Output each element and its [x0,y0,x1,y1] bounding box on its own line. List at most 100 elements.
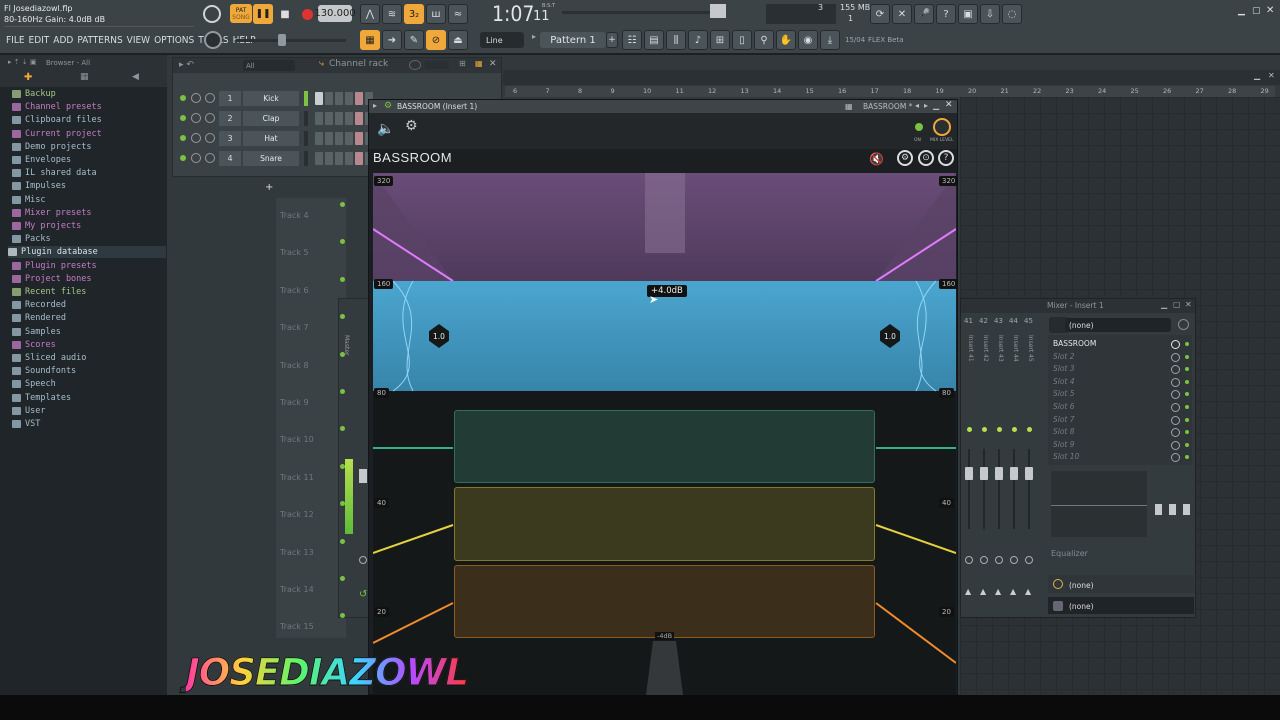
master-volume-knob[interactable] [203,5,221,23]
bassroom-target-button[interactable]: ⊙ [918,150,934,166]
insert-pan-knob[interactable] [995,556,1003,564]
step-button[interactable] [345,92,353,105]
eq-band-mid-fader[interactable] [1169,504,1176,515]
browser-speaker-icon[interactable]: ◀ [132,72,139,82]
song-position-main[interactable]: 1:07 [492,2,534,26]
track-label[interactable]: Track 8 [280,361,340,370]
effect-slot[interactable]: Slot 4 [1053,377,1075,386]
eq-band-low-fader[interactable] [1155,504,1162,515]
step-button[interactable] [355,92,363,105]
channel-select-indicator[interactable] [304,131,308,146]
browser-item[interactable]: Mixer presets [12,207,92,219]
track-label[interactable]: Track 14 [280,585,340,594]
track-label[interactable]: Track 13 [280,548,340,557]
menu-patterns[interactable]: PATTERNS [77,35,122,46]
effect-slot[interactable]: Slot 6 [1053,402,1075,411]
master-fader[interactable] [359,469,367,483]
news-text[interactable]: FLEX Beta [868,36,904,44]
step-button[interactable] [315,112,323,125]
rack-steps-icon[interactable]: ▦ [475,59,483,68]
mixer-input-select[interactable]: (none) [1065,318,1171,332]
browser-item[interactable]: Backup [12,88,56,100]
snap-magnet-button[interactable]: ⊘ [426,30,446,50]
step-button[interactable] [315,132,323,145]
step-button[interactable] [355,152,363,165]
step-button[interactable] [335,132,343,145]
slot-mix-knob[interactable] [1171,352,1180,362]
effect-slot[interactable]: Slot 3 [1053,364,1075,373]
browser-item[interactable]: Samples [12,326,61,338]
insert-route-arrow-icon[interactable]: ▲ [995,587,1001,596]
download-button[interactable]: ⤓ [820,30,840,50]
piano-roll-view-button[interactable]: ♪ [688,30,708,50]
browser-nav-icons[interactable]: ▸ ⇡ ⇣ ▣ [8,58,37,66]
rack-menu-arrow[interactable]: ▸ ↶ [179,60,194,70]
channel-mixer-track[interactable]: 1 [219,91,241,106]
menu-edit[interactable]: EDIT [29,35,50,46]
menu-view[interactable]: VIEW [127,35,150,46]
browser-item[interactable]: Channel presets [12,101,102,113]
channel-name-button[interactable]: Kick [243,91,299,106]
plugin-preset-prev[interactable]: ◂ [915,101,919,110]
maximize-window-button[interactable]: ▢ [1252,6,1261,16]
browser-item[interactable]: Project bones [12,273,92,285]
rack-tools-icon[interactable]: ⊞ [459,59,466,68]
browser-item[interactable]: Speech [12,378,56,390]
channel-select-indicator[interactable] [304,91,308,106]
insert-pan-knob[interactable] [1010,556,1018,564]
blend-notes-button[interactable]: ш [426,4,446,24]
channel-mute-led[interactable] [180,115,186,121]
insert-route-arrow-icon[interactable]: ▲ [1025,587,1031,596]
track-label[interactable]: Track 4 [280,211,340,220]
channel-pan-knob[interactable] [191,133,201,143]
menu-file[interactable]: FILE [6,35,25,46]
insert-pan-knob[interactable] [965,556,973,564]
insert-route-arrow-icon[interactable]: ▲ [1010,587,1016,596]
bassroom-settings-button[interactable]: ⚙ [897,150,913,166]
step-button[interactable] [335,112,343,125]
insert-pan-knob[interactable] [1025,556,1033,564]
browser-item[interactable]: Rendered [12,312,66,324]
insert-enable-led[interactable] [1012,427,1017,432]
step-button[interactable] [325,112,333,125]
browser-item[interactable]: Plugin database [8,246,166,259]
loop-record-button[interactable]: ≈ [448,4,468,24]
browser-item[interactable]: Envelopes [12,154,71,166]
channel-mixer-track[interactable]: 2 [219,111,241,126]
browser-item[interactable]: Recorded [12,299,66,311]
browser-item[interactable]: Current project [12,128,102,140]
step-button[interactable] [315,152,323,165]
insert-fader[interactable] [965,467,973,480]
browser-add-icon[interactable]: ✚ [24,72,32,83]
track-mute-led[interactable] [340,538,345,544]
arrow-tool-button[interactable]: ➜ [382,30,402,50]
track-label[interactable]: Track 11 [280,473,340,482]
close-window-button[interactable]: ✕ [1266,5,1274,16]
browser-item[interactable]: Misc [12,194,45,206]
insert-pan-knob[interactable] [980,556,988,564]
render-button[interactable]: ⇩ [980,4,1000,24]
browser-item[interactable]: Scores [12,339,56,351]
slot-mix-knob[interactable] [1171,440,1180,450]
master-pitch-slider[interactable] [236,39,346,42]
mic-button[interactable]: 🎤 [914,4,934,24]
eq-band-high-fader[interactable] [1183,504,1190,515]
playlist-close[interactable]: ✕ [1268,71,1275,80]
channel-name-button[interactable]: Hat [243,131,299,146]
mixer-close[interactable]: ✕ [1185,300,1192,309]
menu-options[interactable]: OPTIONS [154,35,194,46]
plugin-on-led[interactable] [915,123,923,131]
unlink-button[interactable]: ✕ [892,4,912,24]
output-2-select[interactable]: (none) [1069,602,1094,611]
channel-name-button[interactable]: Snare [243,151,299,166]
browser-item[interactable]: My projects [12,220,81,232]
pitch-slider-handle[interactable] [278,34,286,46]
browser-button[interactable]: ⊞ [710,30,730,50]
plugin-preset-grid-icon[interactable]: ▦ [845,102,853,111]
slot-enable-led[interactable] [1185,379,1189,384]
add-pattern-button[interactable]: + [606,32,618,48]
channel-mixer-track[interactable]: 4 [219,151,241,166]
graph-editor-toggle[interactable] [425,61,449,69]
browser-item[interactable]: VST [12,418,40,430]
browser-item[interactable]: Recent files [12,286,86,298]
